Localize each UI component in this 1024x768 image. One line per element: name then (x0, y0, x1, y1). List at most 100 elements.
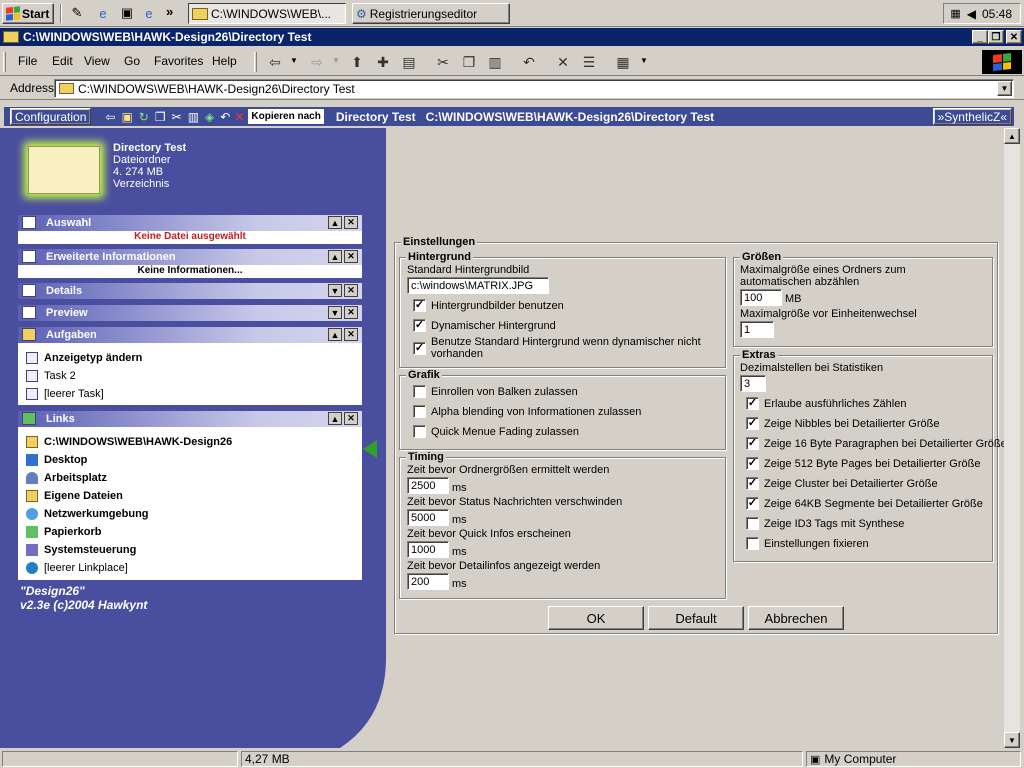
up-icon[interactable]: ▣ (121, 110, 132, 124)
properties-icon[interactable]: ☰ (578, 52, 600, 72)
extras-checkbox[interactable]: ✓ Zeige 16 Byte Paragraphen bei Detailier… (746, 437, 1007, 450)
task-regedit[interactable]: ⚙ Registrierungseditor (352, 3, 510, 24)
network-icon[interactable]: ▦ (950, 7, 960, 20)
cancel-button[interactable]: Abbrechen (748, 606, 844, 630)
volume-icon[interactable]: ◀ (967, 7, 976, 21)
close-button[interactable]: ✕ (1006, 30, 1022, 44)
views-dropdown-icon[interactable]: ▼ (640, 56, 648, 65)
link-item[interactable]: Arbeitsplatz (18, 469, 362, 487)
extras-checkbox[interactable]: ✓ Erlaube ausführliches Zählen (746, 397, 906, 410)
expand-icon[interactable]: ▼ (328, 284, 342, 297)
task-item[interactable]: Anzeigetyp ändern (18, 349, 362, 367)
extras-checkbox[interactable]: ✓ Zeige 512 Byte Pages bei Detailierter G… (746, 457, 980, 470)
grafik-fading-checkbox[interactable]: Quick Menue Fading zulassen (413, 425, 579, 438)
checkbox-box[interactable]: ✓ (746, 477, 759, 490)
unit-change-input[interactable]: 1 (740, 321, 774, 338)
close-icon[interactable]: ✕ (344, 284, 358, 297)
address-dropdown-icon[interactable]: ▼ (997, 81, 1012, 96)
internet-explorer-icon[interactable]: e (94, 4, 112, 22)
collapse-icon[interactable]: ▲ (328, 216, 342, 229)
checkbox-box[interactable]: ✓ (413, 342, 426, 355)
timing-input[interactable]: 2500 (407, 477, 449, 494)
paste-icon[interactable]: ▥ (188, 110, 199, 124)
browser-icon[interactable]: e (140, 4, 158, 22)
checkbox-box[interactable] (746, 517, 759, 530)
task-item[interactable]: [leerer Task] (18, 385, 362, 403)
checkbox-box[interactable]: ✓ (413, 319, 426, 332)
panel-aufgaben-header[interactable]: Aufgaben ▲ ✕ (18, 327, 362, 343)
menu-favorites[interactable]: Favorites (154, 54, 203, 68)
show-desktop-icon[interactable]: ▣ (118, 4, 136, 22)
close-icon[interactable]: ✕ (344, 306, 358, 319)
copy-icon[interactable]: ❐ (458, 52, 480, 72)
expand-icon[interactable]: ▼ (328, 306, 342, 319)
collapse-icon[interactable]: ▲ (328, 250, 342, 263)
checkbox-box[interactable]: ✓ (746, 497, 759, 510)
link-item[interactable]: Papierkorb (18, 523, 362, 541)
default-button[interactable]: Default (648, 606, 744, 630)
forward-icon[interactable]: ⇨ (306, 52, 328, 72)
checkbox-box[interactable]: ✓ (746, 457, 759, 470)
task-explorer[interactable]: C:\WINDOWS\WEB\... (188, 3, 346, 24)
up-folder-icon[interactable]: ⬆ (346, 52, 368, 72)
checkbox-box[interactable] (413, 425, 426, 438)
link-item[interactable]: Eigene Dateien (18, 487, 362, 505)
checkbox-box[interactable] (413, 405, 426, 418)
close-icon[interactable]: ✕ (344, 328, 358, 341)
task-item[interactable]: Task 2 (18, 367, 362, 385)
bg-fallback-checkbox[interactable]: ✓ Benutze Standard Hintergrund wenn dynam… (413, 336, 701, 360)
menu-edit[interactable]: Edit (52, 54, 73, 68)
undo-icon[interactable]: ↶ (220, 110, 230, 124)
menu-file[interactable]: File (18, 54, 37, 68)
link-item[interactable]: Systemsteuerung (18, 541, 362, 559)
decimals-input[interactable]: 3 (740, 375, 766, 392)
copy-to-button[interactable]: Kopieren nach (248, 109, 324, 124)
collapse-sidebar-arrow-icon[interactable] (363, 440, 377, 458)
grafik-alpha-checkbox[interactable]: Alpha blending von Informationen zulasse… (413, 405, 641, 418)
scroll-down-icon[interactable]: ▼ (1004, 732, 1020, 748)
max-folder-input[interactable]: 100 (740, 289, 782, 306)
checkbox-box[interactable]: ✓ (746, 417, 759, 430)
collapse-icon[interactable]: ▲ (328, 328, 342, 341)
paste-icon[interactable]: ▥ (484, 52, 506, 72)
panel-preview-header[interactable]: Preview ▼ ✕ (18, 305, 362, 321)
extras-checkbox[interactable]: ✓ Zeige Nibbles bei Detailierter Größe (746, 417, 939, 430)
new-folder-icon[interactable]: ✚ (372, 52, 394, 72)
copy-icon[interactable]: ❐ (155, 110, 166, 124)
link-item[interactable]: C:\WINDOWS\WEB\HAWK-Design26 (18, 433, 362, 451)
extras-checkbox[interactable]: ✓ Zeige 64KB Segmente bei Detailierter Gr… (746, 497, 983, 510)
checkbox-box[interactable]: ✓ (413, 299, 426, 312)
delete-icon[interactable]: ✕ (552, 52, 574, 72)
collapse-icon[interactable]: ▲ (328, 412, 342, 425)
cut-icon[interactable]: ✂ (172, 110, 182, 124)
menu-help[interactable]: Help (212, 54, 237, 68)
panel-links-header[interactable]: Links ▲ ✕ (18, 411, 362, 427)
extras-checkbox[interactable]: ✓ Zeige Cluster bei Detailierter Größe (746, 477, 938, 490)
window-titlebar[interactable]: C:\WINDOWS\WEB\HAWK-Design26\Directory T… (0, 28, 1024, 46)
link-item[interactable]: [leerer Linkplace] (18, 559, 362, 577)
timing-input[interactable]: 200 (407, 573, 449, 590)
maximize-button[interactable]: ❐ (988, 30, 1004, 44)
menu-go[interactable]: Go (124, 54, 140, 68)
bg-use-checkbox[interactable]: ✓ Hintergrundbilder benutzen (413, 299, 564, 312)
cut-icon[interactable]: ✂ (432, 52, 454, 72)
stop-icon[interactable]: ✕ (234, 110, 244, 124)
bg-dynamic-checkbox[interactable]: ✓ Dynamischer Hintergrund (413, 319, 556, 332)
synthelicz-button[interactable]: »SynthelicZ« (932, 108, 1012, 125)
ok-button[interactable]: OK (548, 606, 644, 630)
close-icon[interactable]: ✕ (344, 216, 358, 229)
start-button[interactable]: Start (2, 3, 54, 24)
outlook-express-icon[interactable]: ✎ (68, 4, 86, 22)
shield-icon[interactable]: ◈ (205, 110, 214, 124)
panel-erweitert-header[interactable]: Erweiterte Informationen ▲ ✕ (18, 249, 362, 265)
configuration-button[interactable]: Configuration (10, 108, 92, 125)
scroll-up-icon[interactable]: ▲ (1004, 128, 1020, 144)
menu-view[interactable]: View (84, 54, 110, 68)
folders-icon[interactable]: ▤ (398, 52, 420, 72)
refresh-icon[interactable]: ↻ (139, 110, 149, 124)
clock[interactable]: 05:48 (982, 7, 1012, 21)
back-arrow-icon[interactable]: ⇦ (105, 110, 115, 124)
panel-auswahl-header[interactable]: Auswahl ▲ ✕ (18, 215, 362, 231)
std-bg-input[interactable]: c:\windows\MATRIX.JPG (407, 277, 549, 294)
timing-input[interactable]: 5000 (407, 509, 449, 526)
